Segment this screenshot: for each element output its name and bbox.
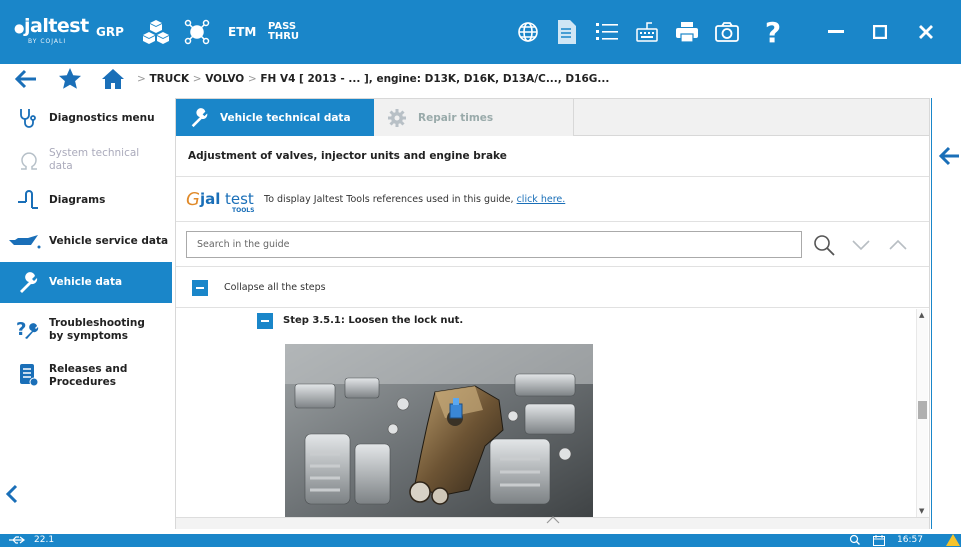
collapse-sidebar-icon[interactable] — [4, 484, 24, 506]
tab-label: Vehicle technical data — [220, 111, 351, 124]
gear-icon — [386, 107, 408, 129]
omega-icon — [16, 148, 40, 172]
usb-icon — [8, 535, 26, 548]
svg-text:test: test — [225, 190, 254, 208]
guide-content: Step 3.5.1: Loosen the lock nut. ▲ ▼ — [176, 309, 929, 517]
network-icon[interactable] — [179, 14, 215, 50]
list-icon[interactable] — [589, 14, 625, 50]
sidebar-item-vehicle-data[interactable]: Vehicle data — [0, 262, 172, 303]
tools-info-text: To display Jaltest Tools references used… — [264, 194, 566, 205]
breadcrumb: > TRUCK > VOLVO > FH V4 [ 2013 - ... ], … — [137, 64, 609, 94]
sidebar-item-label: Diagrams — [49, 194, 106, 206]
main-panel: Vehicle technical data Repair times Adju… — [175, 98, 930, 529]
chevron-down-icon[interactable] — [849, 233, 873, 257]
sidebar: Diagnostics menu System technical data D… — [0, 98, 172, 534]
breadcrumb-separator: > — [192, 73, 202, 85]
help-icon[interactable]: ? — [755, 14, 791, 50]
question-wrench-icon: ? — [16, 317, 40, 341]
document-icon[interactable] — [549, 14, 585, 50]
diagram-icon — [16, 189, 40, 213]
tab-repair-times[interactable]: Repair times — [374, 99, 574, 136]
breadcrumb-separator: > — [247, 73, 257, 85]
clock-time: 16:57 — [897, 535, 923, 545]
oil-can-icon — [8, 230, 42, 254]
keyboard-icon[interactable] — [629, 14, 665, 50]
jaltest-logo[interactable]: ●jaltest BY COJALI — [14, 16, 89, 50]
top-toolbar: ●jaltest BY COJALI GRP ETM PASS THRU ? — [0, 0, 961, 64]
favorite-star-icon[interactable] — [58, 67, 82, 95]
home-icon[interactable] — [101, 67, 125, 95]
sidebar-item-label: Releases and Procedures — [49, 363, 128, 388]
svg-text:?: ? — [16, 319, 26, 340]
engine-photo — [285, 344, 593, 517]
status-bar: 22.1 16:57 — [0, 534, 961, 547]
sidebar-item-diagnostics-menu[interactable]: Diagnostics menu — [0, 98, 172, 139]
breadcrumb-volvo[interactable]: VOLVO — [205, 73, 244, 85]
breadcrumb-truck[interactable]: TRUCK — [149, 73, 189, 85]
globe-icon[interactable] — [510, 14, 546, 50]
guide-title: Adjustment of valves, injector units and… — [188, 150, 507, 162]
jaltest-tools-logo: G jal test TOOLS — [186, 188, 256, 214]
scrollbar-thumb[interactable] — [918, 401, 927, 419]
sidebar-item-label: Vehicle data — [49, 276, 123, 288]
chevron-up-icon[interactable] — [546, 516, 560, 526]
stethoscope-icon — [16, 107, 40, 131]
tab-vehicle-technical-data[interactable]: Vehicle technical data — [176, 99, 374, 136]
chevron-up-icon[interactable] — [886, 233, 910, 257]
back-arrow-icon[interactable] — [14, 68, 38, 94]
sidebar-item-label: Troubleshooting by symptoms — [49, 317, 145, 342]
sidebar-item-label: Diagnostics menu — [49, 112, 155, 124]
sidebar-item-system-technical-data[interactable]: System technical data — [0, 139, 172, 180]
wrench-icon — [16, 271, 40, 295]
sidebar-item-diagrams[interactable]: Diagrams — [0, 180, 172, 221]
sidebar-item-troubleshooting[interactable]: ? Troubleshooting by symptoms — [0, 308, 172, 352]
minimize-icon[interactable] — [815, 0, 857, 64]
collapse-all-button[interactable] — [192, 280, 208, 296]
etm-button[interactable]: ETM — [228, 0, 256, 64]
expand-right-panel-icon[interactable] — [938, 146, 960, 166]
sidebar-item-label: System technical data — [49, 146, 140, 172]
search-row: Search in the guide — [176, 223, 929, 267]
scrollbar[interactable]: ▲ ▼ — [916, 309, 928, 517]
collapse-label: Collapse all the steps — [224, 282, 326, 293]
camera-icon[interactable] — [709, 14, 745, 50]
sidebar-item-releases-procedures[interactable]: Releases and Procedures — [0, 354, 172, 398]
search-icon[interactable] — [812, 233, 836, 257]
pass-thru-button[interactable]: PASS THRU — [268, 0, 299, 64]
search-input[interactable]: Search in the guide — [186, 231, 802, 258]
breadcrumb-model[interactable]: FH V4 [ 2013 - ... ], engine: D13K, D16K… — [260, 73, 609, 85]
sidebar-item-label: Vehicle service data — [49, 235, 169, 247]
grp-button[interactable]: GRP — [96, 0, 124, 64]
tab-bar: Vehicle technical data Repair times — [176, 99, 929, 136]
svg-text:TOOLS: TOOLS — [232, 207, 254, 214]
procedures-icon — [16, 363, 40, 387]
guide-title-row: Adjustment of valves, injector units and… — [176, 137, 929, 177]
bottom-expand-strip[interactable] — [176, 516, 929, 529]
window-controls — [801, 0, 961, 64]
printer-icon[interactable] — [669, 14, 705, 50]
maximize-icon[interactable] — [859, 0, 901, 64]
scroll-up-icon[interactable]: ▲ — [919, 311, 924, 319]
svg-text:jal: jal — [199, 190, 220, 208]
click-here-link[interactable]: click here. — [517, 194, 566, 205]
cubes-icon[interactable] — [138, 14, 174, 50]
close-icon[interactable] — [905, 0, 947, 64]
sidebar-item-vehicle-service-data[interactable]: Vehicle service data — [0, 221, 172, 262]
tab-label: Repair times — [418, 111, 494, 124]
wrench-icon — [188, 107, 210, 129]
step-label: Step 3.5.1: Loosen the lock nut. — [283, 315, 464, 326]
svg-text:G: G — [186, 189, 200, 210]
scroll-down-icon[interactable]: ▼ — [919, 507, 924, 515]
version-label: 22.1 — [34, 535, 55, 545]
jaltest-tools-row: G jal test TOOLS To display Jaltest Tool… — [176, 178, 929, 222]
breadcrumb-separator: > — [137, 73, 146, 85]
right-panel-divider — [931, 98, 932, 529]
collapse-row: Collapse all the steps — [176, 268, 929, 308]
collapse-step-button[interactable] — [257, 313, 273, 329]
navigation-bar: > TRUCK > VOLVO > FH V4 [ 2013 - ... ], … — [0, 64, 961, 94]
